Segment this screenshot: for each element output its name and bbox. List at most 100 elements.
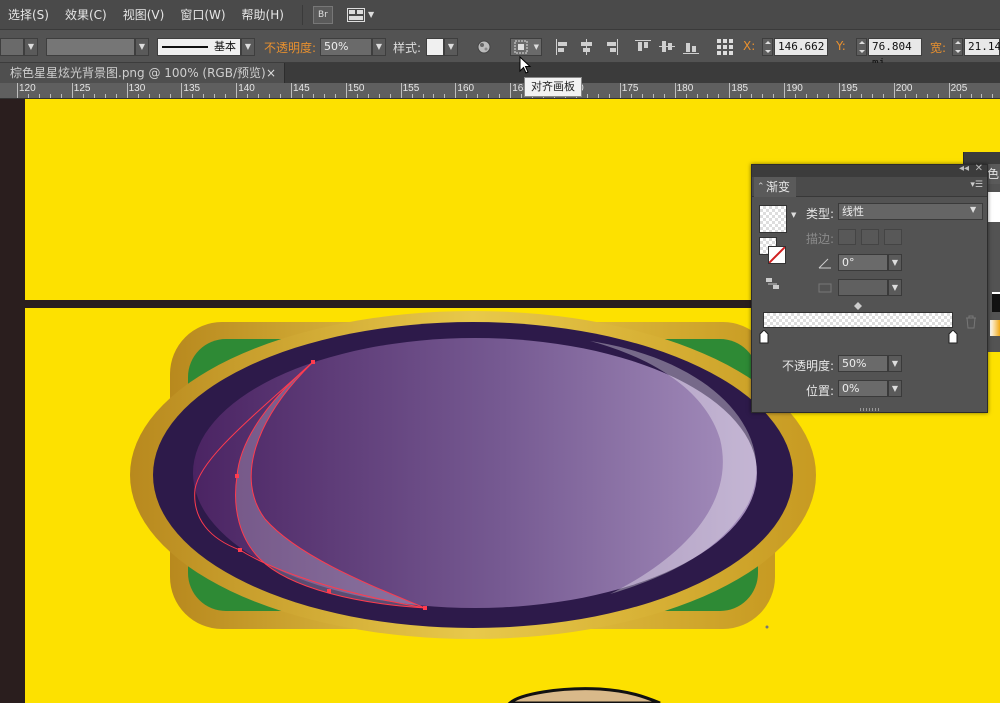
chevron-down-icon[interactable]: ▼ [24,38,38,56]
ruler-minor-tick [269,94,271,98]
menu-window[interactable]: 窗口(W) [172,0,233,30]
graphic-style-swatch[interactable] [426,38,444,56]
ruler-tick-label: 190 [786,83,803,94]
ruler-minor-tick [170,94,172,98]
panel2-spectrum[interactable] [992,292,1000,312]
width-label[interactable]: 宽: [930,39,946,56]
ruler-minor-tick [192,94,194,98]
opacity-label[interactable]: 不透明度: [264,39,316,56]
align-vertical-center-icon[interactable] [659,39,675,55]
panel-resize-grip[interactable] [860,408,880,411]
stroke-gradient-within-button[interactable] [838,229,856,245]
horizontal-ruler[interactable]: 1201251301351401451501551601651701751801… [0,83,1000,99]
ruler-minor-tick [444,94,446,98]
ruler-minor-tick [466,94,468,98]
opacity-field[interactable]: 50% [320,38,372,56]
align-left-icon[interactable] [555,39,571,55]
width-stepper[interactable] [952,38,963,56]
x-field[interactable]: 146.662 [774,38,828,56]
menu-help[interactable]: 帮助(H) [234,0,292,30]
collapse-icon[interactable]: ◂◂ [959,163,969,174]
panel2-color-swatch[interactable] [988,192,1000,222]
stop-position-label: 位置: [806,384,835,398]
fill-swatch-dropdown[interactable] [0,38,24,56]
workspace-switcher-button[interactable]: ▼ [346,7,374,22]
ruler-minor-tick [137,94,139,98]
midpoint-diamond-icon[interactable] [854,302,862,310]
align-to-dropdown[interactable]: ▼ [510,38,542,56]
ruler-minor-tick [586,94,588,98]
align-bottom-icon[interactable] [683,39,699,55]
gradient-slider-bar[interactable] [763,312,953,328]
ruler-tick-label: 205 [950,83,968,94]
reverse-gradient-icon[interactable] [765,277,781,291]
recolor-artwork-icon[interactable] [476,38,492,56]
tooltip: 对齐画板 [524,77,582,97]
ruler-minor-tick [60,94,62,98]
ruler-minor-tick [411,94,413,98]
ruler-tick-label: 200 [895,83,913,94]
stroke-weight-dropdown[interactable] [46,38,135,56]
ruler-minor-tick [828,94,830,98]
ruler-minor-tick [93,94,95,98]
ruler-minor-tick [806,94,808,98]
chevron-down-icon[interactable]: ▼ [888,355,902,372]
chevron-down-icon[interactable]: ▼ [888,279,902,296]
transform-reference-point-icon[interactable] [716,38,734,56]
gradient-preview-swatch[interactable] [759,205,787,233]
menu-bar: 选择(S) 效果(C) 视图(V) 窗口(W) 帮助(H) Br ▼ [0,0,1000,30]
panel-menu-icon[interactable]: ▾☰ [970,180,983,190]
gradient-type-select[interactable]: 线性 [838,203,983,220]
ruler-tick-label: 150 [347,83,365,94]
x-stepper[interactable] [762,38,773,56]
panel-topbar: ◂◂ ✕ [752,163,987,177]
angle-field[interactable]: 0° [838,254,888,271]
close-icon[interactable]: × [266,63,276,83]
stroke-profile-dropdown[interactable]: 基本 [157,38,241,56]
aspect-ratio-field[interactable] [838,279,888,296]
ruler-minor-tick [762,94,764,98]
menu-effect[interactable]: 效果(C) [57,0,115,30]
ruler-minor-tick [652,94,654,98]
stop-opacity-field[interactable]: 50% [838,355,888,372]
chevron-down-icon[interactable]: ▼ [241,38,255,56]
ruler-minor-tick [356,94,358,98]
align-top-icon[interactable] [635,39,651,55]
ruler-minor-tick [38,94,40,98]
stroke-gradient-across-button[interactable] [884,229,902,245]
y-stepper[interactable] [856,38,867,56]
menu-select[interactable]: 选择(S) [0,0,57,30]
align-horizontal-center-icon[interactable] [579,39,595,55]
tab-gradient[interactable]: 渐变 [754,177,797,197]
ruler-minor-tick [433,94,435,98]
color-stop-left-icon[interactable] [759,330,769,344]
chevron-down-icon[interactable]: ▼ [372,38,386,56]
chevron-down-icon[interactable]: ▼ [888,380,902,397]
stroke-gradient-along-button[interactable] [861,229,879,245]
ruler-minor-tick [280,94,282,98]
chevron-down-icon[interactable]: ▼ [135,38,149,56]
bridge-button[interactable]: Br [312,5,333,24]
fill-stroke-swatch[interactable] [759,237,787,265]
y-field[interactable]: 76.804 mi [868,38,922,69]
align-right-icon[interactable] [603,39,619,55]
trash-icon[interactable] [965,315,977,329]
color-stop-right-icon[interactable] [948,330,958,344]
chevron-down-icon[interactable]: ▼ [791,211,796,219]
x-label[interactable]: X: [743,39,755,53]
ruler-minor-tick [312,94,314,98]
close-icon[interactable]: ✕ [975,163,983,174]
document-tab[interactable]: 棕色星星炫光背景图.png @ 100% (RGB/预览) × [0,63,285,83]
stop-position-field[interactable]: 0% [838,380,888,397]
ruler-minor-tick [915,94,917,98]
width-field[interactable]: 21.14 [964,38,1000,56]
chevron-down-icon[interactable]: ▼ [970,205,976,214]
menu-view[interactable]: 视图(V) [115,0,173,30]
stroke-swatch[interactable] [768,246,786,264]
ruler-minor-tick [214,94,216,98]
chevron-down-icon[interactable]: ▼ [444,38,458,56]
chevron-down-icon[interactable]: ▼ [888,254,902,271]
ruler-minor-tick [937,94,939,98]
y-label[interactable]: Y: [836,39,846,53]
panel2-gradient-sample[interactable] [990,320,1000,336]
